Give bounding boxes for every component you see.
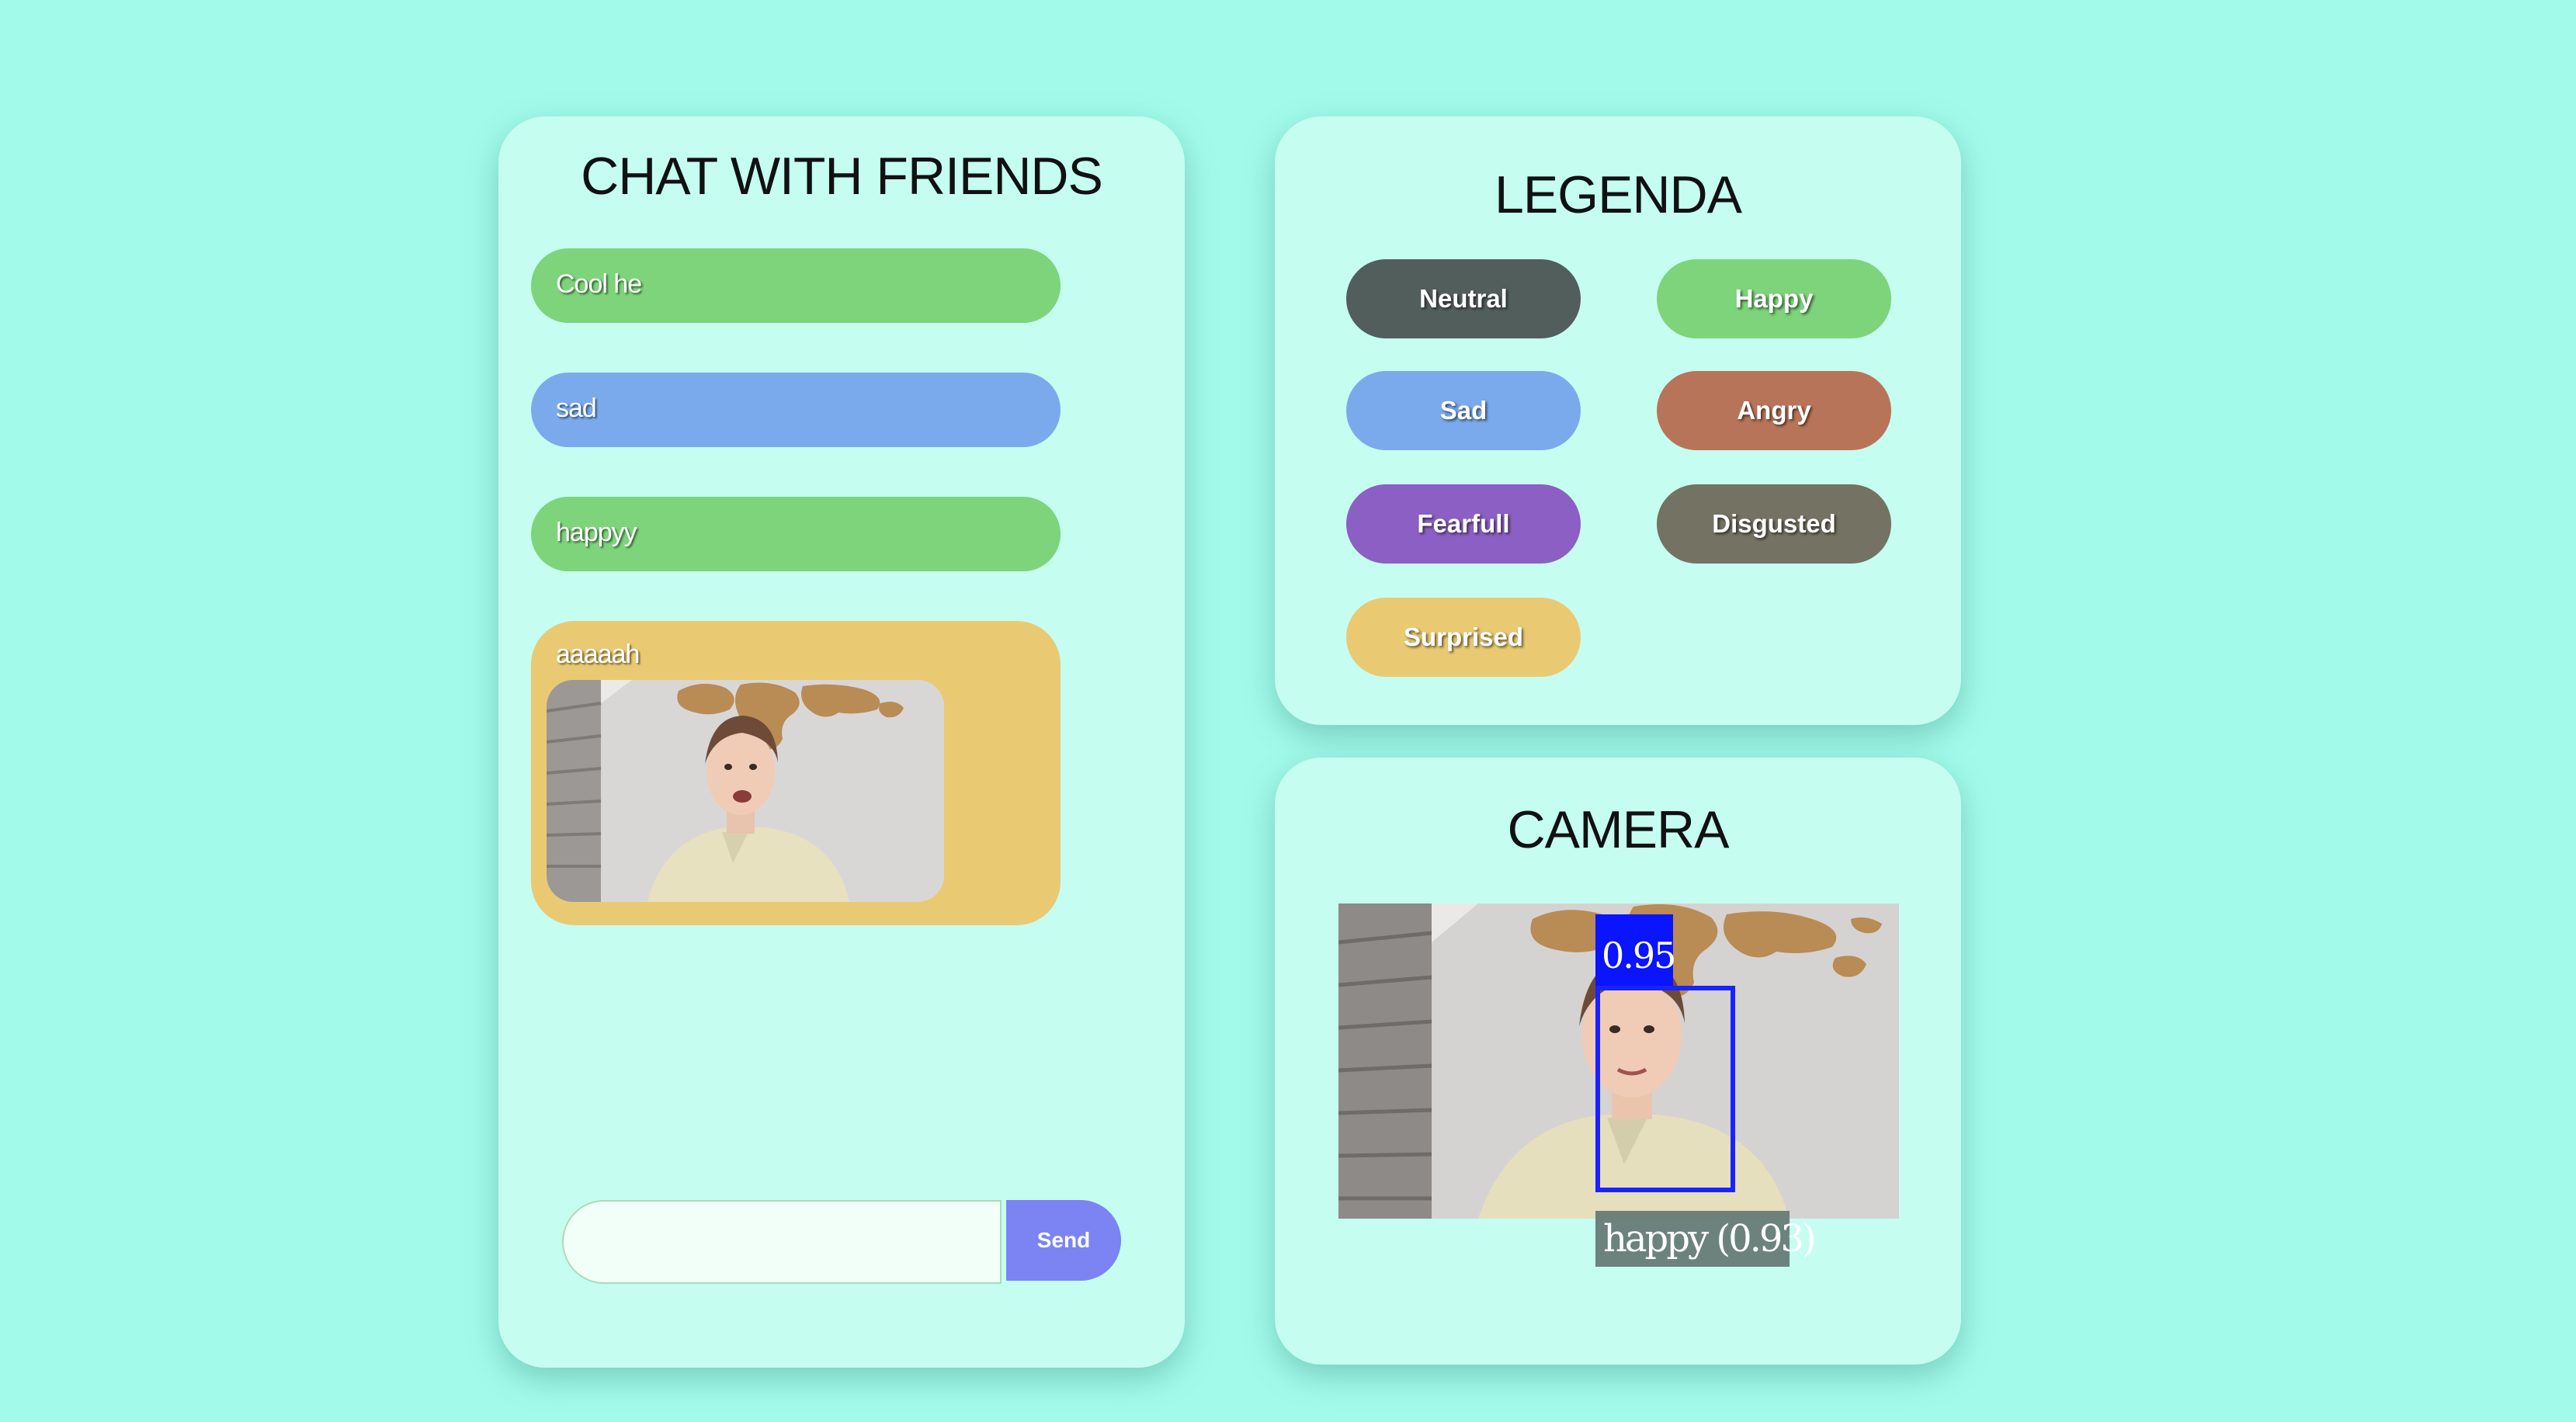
face-detection-box <box>1595 986 1735 1192</box>
legend-item-sad: Sad <box>1346 371 1581 450</box>
chat-message: Cool he <box>531 248 1061 323</box>
message-input[interactable] <box>562 1200 1002 1284</box>
legend-item-angry: Angry <box>1657 371 1891 450</box>
detection-emotion-label: happy (0.93) <box>1595 1211 1817 1267</box>
legend-title: LEGENDA <box>1495 165 1742 224</box>
chat-message-text: Cool he <box>556 269 642 299</box>
chat-message-text: happyy <box>556 518 637 547</box>
legend-item-neutral: Neutral <box>1346 259 1581 338</box>
chat-message: sad <box>531 373 1061 447</box>
chat-panel: CHAT WITH FRIENDS Cool he sad happyy aaa… <box>498 116 1185 1368</box>
legend-panel: LEGENDA Neutral Happy Sad Angry Fearfull… <box>1275 116 1961 725</box>
legend-item-fearfull: Fearfull <box>1346 484 1581 564</box>
legend-item-happy: Happy <box>1657 259 1891 338</box>
chat-title: CHAT WITH FRIENDS <box>581 147 1103 206</box>
detection-score-badge: 0.95 <box>1595 914 1676 986</box>
camera-title: CAMERA <box>1507 800 1730 859</box>
chat-message: aaaaah <box>531 621 1061 925</box>
chat-message: happyy <box>531 497 1061 571</box>
chat-message-text: aaaaah <box>556 640 640 669</box>
send-button[interactable]: Send <box>1006 1200 1121 1281</box>
legend-item-surprised: Surprised <box>1346 598 1581 677</box>
webcam-snapshot-image <box>547 680 944 902</box>
chat-message-text: sad <box>556 394 597 423</box>
legend-item-disgusted: Disgusted <box>1657 484 1891 564</box>
